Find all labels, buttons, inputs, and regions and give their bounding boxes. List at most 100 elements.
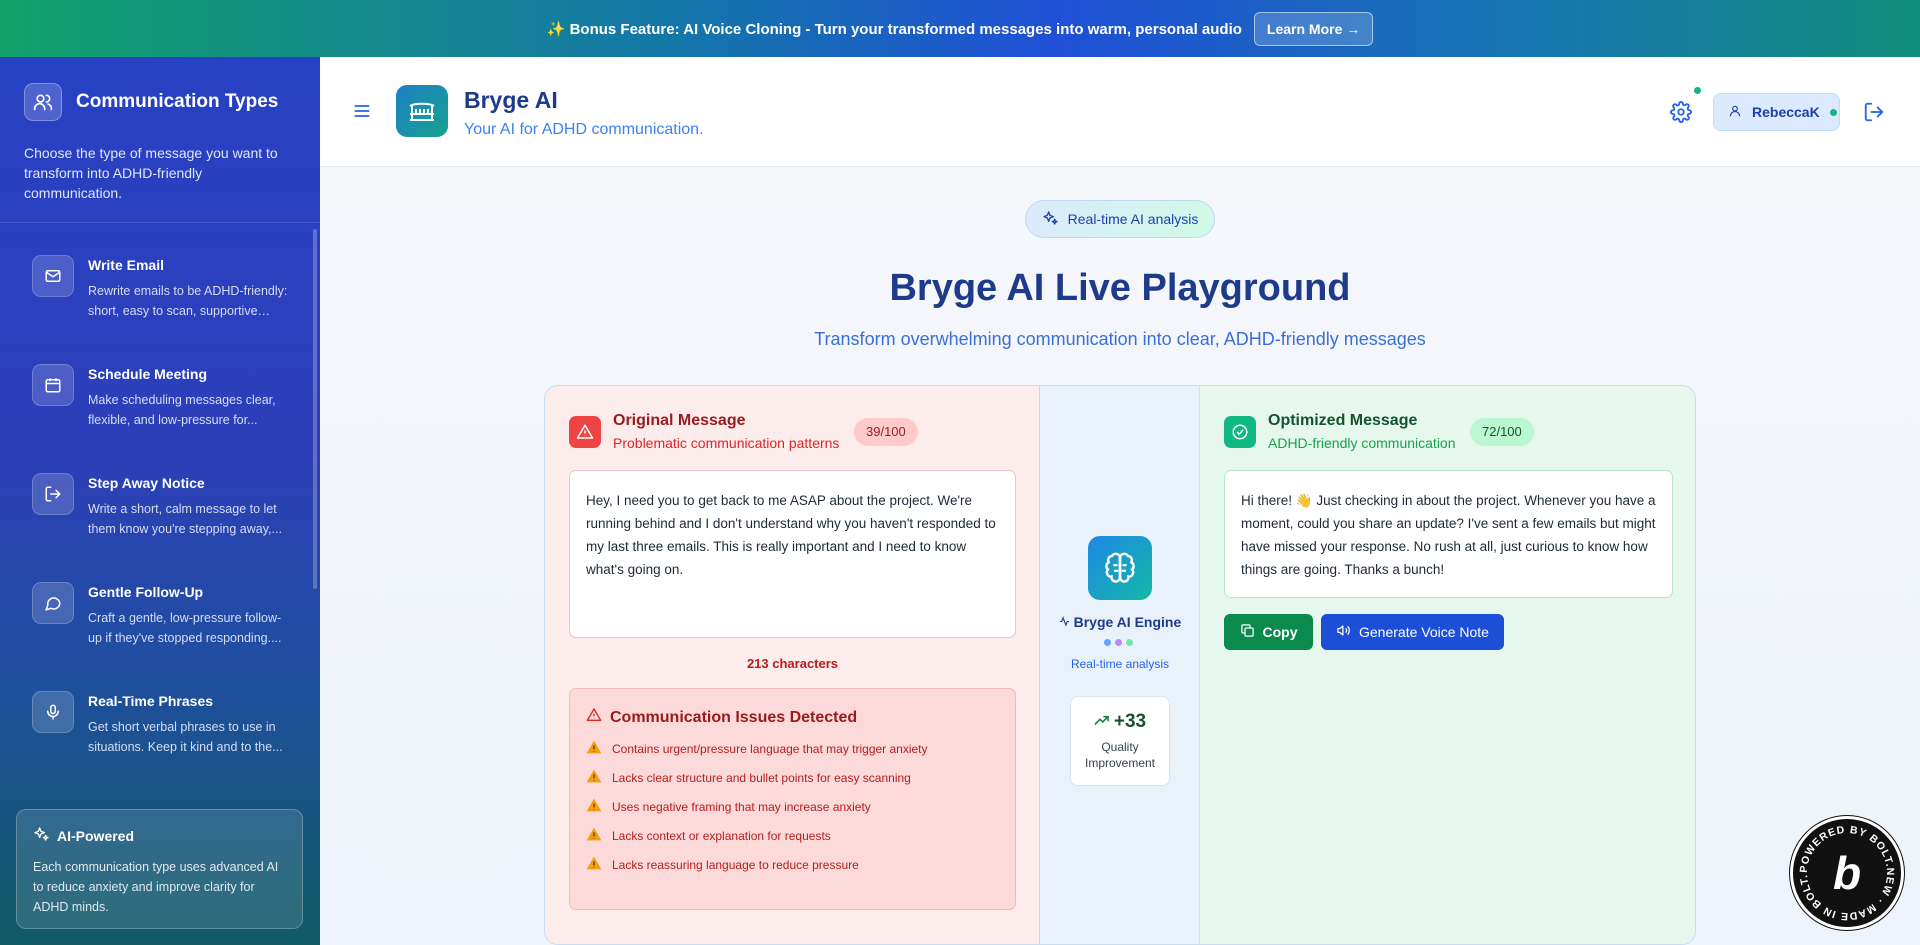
users-icon: [24, 83, 62, 121]
svg-text:b: b: [1833, 847, 1861, 899]
page-title: Bryge AI Live Playground: [889, 267, 1351, 309]
issue-text: Lacks context or explanation for request…: [612, 828, 831, 843]
alert-triangle-icon: [586, 707, 602, 728]
calendar-icon: [32, 364, 74, 406]
sidebar-item-title: Write Email: [88, 257, 164, 273]
sidebar-description: Choose the type of message you want to t…: [24, 145, 278, 201]
issue-item: Lacks reassuring language to reduce pres…: [586, 856, 999, 873]
app-header: Bryge AI Your AI for ADHD communication.…: [320, 57, 1920, 167]
original-subtitle: Problematic communication patterns: [613, 435, 840, 451]
original-message-section: Original Message Problematic communicati…: [545, 386, 1040, 944]
bolt-badge-logo[interactable]: POWERED BY BOLT.NEW · MADE IN BOLT.NEW ·…: [1788, 810, 1904, 930]
ai-powered-desc: Each communication type uses advanced AI…: [33, 860, 279, 914]
sidebar-title: Communication Types: [76, 91, 279, 112]
sidebar-item-desc: Make scheduling messages clear, flexible…: [88, 393, 276, 427]
sidebar-item-desc: Craft a gentle, low-pressure follow-up i…: [88, 611, 282, 645]
realtime-badge-label: Real-time AI analysis: [1067, 211, 1199, 227]
warning-icon: [586, 856, 602, 873]
communication-type-list: Write Email Rewrite emails to be ADHD-fr…: [0, 223, 320, 782]
original-message-text[interactable]: Hey, I need you to get back to me ASAP a…: [569, 470, 1016, 638]
realtime-badge: Real-time AI analysis: [1025, 200, 1215, 238]
engine-name: Bryge AI Engine: [1040, 614, 1200, 630]
sidebar-item-title: Real-Time Phrases: [88, 693, 214, 709]
issues-card: Communication Issues Detected Contains u…: [569, 688, 1016, 910]
activity-icon: [1059, 614, 1074, 630]
sidebar-scrollbar[interactable]: [313, 229, 317, 589]
trending-up-icon: [1094, 711, 1110, 733]
username: RebeccaK: [1752, 104, 1820, 120]
exit-icon: [32, 473, 74, 515]
quality-label: Quality Improvement: [1084, 740, 1156, 770]
user-icon: [1728, 104, 1742, 121]
top-banner: ✨ Bonus Feature: AI Voice Cloning - Turn…: [0, 0, 1920, 57]
optimized-score-badge: 72/100: [1470, 418, 1534, 446]
mail-icon: [32, 255, 74, 297]
quality-value: +33: [1113, 711, 1147, 732]
issue-text: Uses negative framing that may increase …: [612, 799, 871, 814]
sidebar-item-schedule-meeting[interactable]: Schedule Meeting Make scheduling message…: [0, 346, 320, 455]
sidebar-item-desc: Get short verbal phrases to use in situa…: [88, 720, 283, 754]
sidebar-item-write-email[interactable]: Write Email Rewrite emails to be ADHD-fr…: [0, 237, 320, 346]
sparkles-icon: [1042, 210, 1058, 229]
app-logo: [396, 85, 448, 137]
app-title: Bryge AI: [464, 87, 558, 113]
generate-voice-note-button[interactable]: Generate Voice Note: [1321, 614, 1504, 650]
learn-more-button[interactable]: Learn More →: [1253, 11, 1374, 46]
settings-gear-icon[interactable]: [1670, 101, 1692, 123]
mic-icon: [32, 691, 74, 733]
sidebar-item-step-away[interactable]: Step Away Notice Write a short, calm mes…: [0, 455, 320, 564]
sidebar-item-title: Gentle Follow-Up: [88, 584, 204, 600]
alert-triangle-icon: [569, 416, 601, 448]
original-score-badge: 39/100: [854, 418, 918, 446]
optimized-message-section: Optimized Message ADHD-friendly communic…: [1200, 386, 1695, 944]
copy-icon: [1240, 623, 1255, 641]
playground-main: Real-time AI analysis Bryge AI Live Play…: [320, 167, 1920, 945]
engine-subtitle: Real-time analysis: [1070, 657, 1170, 671]
speaker-icon: [1336, 623, 1351, 641]
menu-icon[interactable]: [352, 101, 372, 121]
quality-improvement-card: +33 Quality Improvement: [1070, 696, 1170, 786]
brain-icon: [1088, 536, 1152, 600]
original-title: Original Message: [613, 412, 746, 429]
warning-icon: [586, 769, 602, 786]
ai-powered-card: AI-Powered Each communication type uses …: [16, 809, 303, 929]
optimized-title: Optimized Message: [1268, 412, 1418, 429]
check-circle-icon: [1224, 416, 1256, 448]
issue-text: Lacks clear structure and bullet points …: [612, 770, 911, 785]
warning-icon: [586, 827, 602, 844]
warning-icon: [586, 798, 602, 815]
page-subtitle: Transform overwhelming communication int…: [814, 329, 1426, 349]
sidebar: Communication Types Choose the type of m…: [0, 57, 320, 945]
sidebar-item-gentle-follow-up[interactable]: Gentle Follow-Up Craft a gentle, low-pre…: [0, 564, 320, 673]
warning-icon: [586, 740, 602, 757]
user-menu-button[interactable]: RebeccaK: [1713, 93, 1840, 131]
loading-dots: [1104, 639, 1133, 646]
issue-item: Lacks context or explanation for request…: [586, 827, 999, 844]
status-dot: [1694, 87, 1701, 94]
sidebar-item-desc: Rewrite emails to be ADHD-friendly: shor…: [88, 284, 288, 318]
ai-powered-title: AI-Powered: [57, 827, 135, 844]
chat-icon: [32, 582, 74, 624]
sidebar-header: Communication Types Choose the type of m…: [0, 57, 320, 223]
issue-text: Contains urgent/pressure language that m…: [612, 741, 928, 756]
issue-item: Contains urgent/pressure language that m…: [586, 740, 999, 757]
optimized-subtitle: ADHD-friendly communication: [1268, 435, 1456, 451]
logout-icon[interactable]: [1863, 101, 1885, 123]
sparkles-icon: [33, 826, 49, 845]
copy-button[interactable]: Copy: [1224, 614, 1313, 650]
voice-note-label: Generate Voice Note: [1359, 624, 1489, 640]
issue-item: Lacks clear structure and bullet points …: [586, 769, 999, 786]
optimized-message-text: Hi there! 👋 Just checking in about the p…: [1224, 470, 1673, 598]
banner-text: ✨ Bonus Feature: AI Voice Cloning - Turn…: [546, 20, 1242, 38]
sidebar-item-title: Step Away Notice: [88, 475, 205, 491]
comparison-panel: Original Message Problematic communicati…: [544, 385, 1696, 945]
online-status-dot: [1829, 108, 1837, 116]
engine-name-label: Bryge AI Engine: [1073, 614, 1182, 630]
issue-text: Lacks reassuring language to reduce pres…: [612, 857, 859, 872]
ai-engine-section: Bryge AI Engine Real-time analysis +33 Q…: [1040, 386, 1200, 944]
sidebar-item-real-time-phrases[interactable]: Real-Time Phrases Get short verbal phras…: [0, 673, 320, 782]
copy-label: Copy: [1262, 624, 1298, 640]
issue-item: Uses negative framing that may increase …: [586, 798, 999, 815]
sidebar-item-title: Schedule Meeting: [88, 366, 208, 382]
issues-title: Communication Issues Detected: [610, 708, 858, 726]
